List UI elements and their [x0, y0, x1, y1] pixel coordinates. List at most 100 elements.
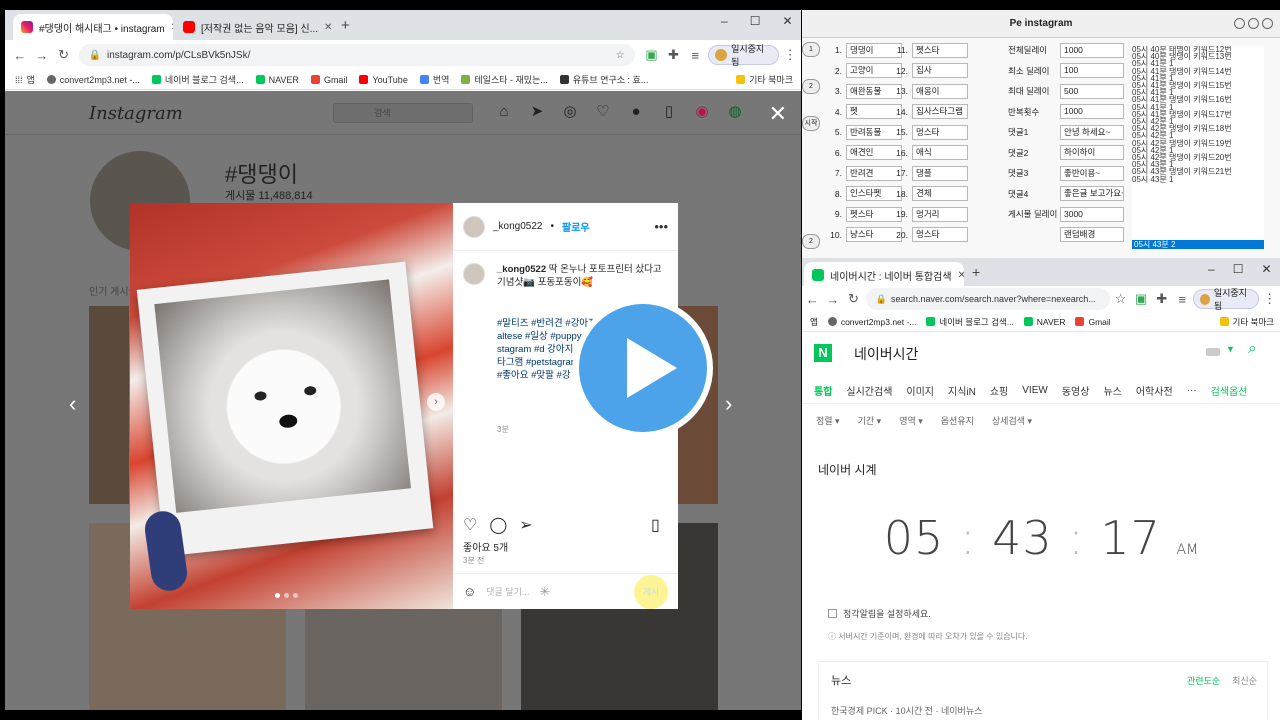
forward-icon[interactable]: → [31, 48, 53, 63]
keyword-input[interactable]: 집사 [912, 63, 968, 79]
follow-button[interactable]: 팔로우 [562, 219, 590, 234]
url-input[interactable]: 🔒 instagram.com/p/CLsBVk5nJSk/ ☆ [78, 44, 635, 66]
bookmark-apps[interactable]: 앱 [810, 316, 818, 328]
search-tab[interactable]: VIEW [1022, 385, 1048, 396]
extension-icon[interactable]: ▣ [641, 47, 663, 63]
search-tab[interactable]: 검색옵션 [1211, 383, 1248, 398]
keyword-input[interactable]: 댕플 [912, 165, 968, 181]
bookmark-youtube[interactable]: YouTube [359, 75, 408, 85]
tab-instagram[interactable]: #댕댕이 해시태그 • instagram ✕ [13, 14, 173, 40]
play-overlay-icon[interactable] [573, 298, 713, 438]
profile-avatar-icon[interactable]: ● [627, 103, 645, 121]
profile-chip[interactable]: 일시중지됨 [1192, 288, 1260, 311]
keyword-input[interactable]: 집사스타그램 [912, 104, 968, 120]
tab-close-icon[interactable]: ✕ [171, 22, 173, 33]
minimize-icon[interactable]: – [1208, 262, 1215, 276]
checkbox-icon[interactable] [828, 609, 837, 618]
minimize-icon[interactable]: – [721, 14, 728, 28]
maximize-icon[interactable]: ☐ [750, 14, 761, 28]
reload-icon[interactable]: ↻ [843, 291, 864, 307]
search-input[interactable]: 검색 [333, 103, 473, 123]
bookmark-translate[interactable]: 번역 [419, 73, 449, 86]
star-icon[interactable]: ☆ [616, 50, 625, 61]
log-listbox[interactable]: 05시 40분 태명이 키워드12번 05시 40분 댕댕이 키워드13번 05시 … [1132, 46, 1264, 250]
setting-input[interactable]: 3000 [1060, 206, 1124, 222]
prev-post-arrow[interactable]: ‹ [69, 391, 76, 417]
search-option[interactable]: 옵션유지 [941, 414, 974, 427]
keyword-input[interactable]: 애식 [912, 145, 968, 161]
caption-username[interactable]: _kong0522 [497, 264, 546, 275]
extension-icon[interactable]: ▣ [1131, 291, 1152, 307]
instagram-logo[interactable]: Instagram [89, 103, 183, 124]
menu-dots-icon[interactable]: ⋮ [1259, 291, 1280, 307]
reload-icon[interactable]: ↻ [53, 47, 75, 63]
bookmark-tailstar[interactable]: 테일스타 - 재밌는... [461, 73, 548, 86]
bookmark-gmail[interactable]: Gmail [1075, 317, 1111, 327]
comment-icon[interactable]: ◯ [489, 515, 507, 535]
back-icon[interactable]: ← [9, 48, 31, 63]
menu-dots-icon[interactable]: ⋮ [779, 47, 801, 63]
close-window-icon[interactable]: ✕ [1261, 262, 1271, 276]
share-icon[interactable]: ➢ [519, 515, 532, 535]
keyword-input[interactable]: 멍스타 [912, 124, 968, 140]
reading-list-icon[interactable]: ≡ [1172, 292, 1193, 307]
bookmark-other[interactable]: 기타 북마크 [1219, 316, 1274, 328]
search-tab[interactable]: 통합 [814, 383, 832, 398]
extensions-puzzle-icon[interactable]: ✚ [662, 47, 684, 63]
maximize-icon[interactable]: ☐ [1233, 262, 1244, 276]
sort-relevance[interactable]: 관련도순 [1187, 674, 1220, 687]
search-tab[interactable]: 뉴스 [1103, 383, 1121, 398]
new-tab-button[interactable]: + [341, 17, 350, 34]
setting-input[interactable]: 1000 [1060, 42, 1124, 58]
news-item-meta[interactable]: 한국경제 PICK · 10시간 전 · 네이버뉴스 [831, 704, 982, 717]
keyword-input[interactable]: 애옹이 [912, 83, 968, 99]
explore-icon[interactable]: ◎ [561, 103, 579, 121]
keyword-input[interactable]: 펫스타 [912, 42, 968, 58]
post-comment-button[interactable]: 게시 [634, 574, 668, 609]
bookmark-gmail[interactable]: Gmail [310, 75, 347, 85]
keyword-input[interactable]: 멍거리 [912, 206, 968, 222]
new-tab-button[interactable]: + [972, 264, 980, 280]
tab-naver[interactable]: 네이버시간 : 네이버 통합검색 ✕ [804, 262, 964, 288]
tab-youtube-music[interactable]: [저작권 없는 음악 모음] 신... ✕ [175, 14, 333, 40]
extensions-puzzle-icon[interactable]: ✚ [1151, 291, 1172, 307]
search-tab[interactable]: ··· [1187, 385, 1197, 396]
profile-chip[interactable]: 일시중지됨 [708, 44, 780, 67]
bookmark-naver-blog[interactable]: 네이버 블로그 검색... [926, 316, 1014, 328]
search-tab[interactable]: 지식iN [948, 383, 976, 398]
setting-input[interactable]: 100 [1060, 63, 1124, 79]
window-close-icon[interactable] [1262, 18, 1273, 29]
avatar[interactable] [463, 215, 485, 238]
setting-input[interactable]: 하이하이 [1060, 145, 1124, 161]
phone-icon[interactable]: ▯ [660, 103, 678, 121]
bookmark-other[interactable]: 기타 북마크 [736, 73, 793, 86]
setting-input[interactable]: 좋반이용~ [1060, 165, 1124, 181]
grid-post-thumb[interactable] [89, 306, 129, 504]
url-input[interactable]: 🔒 search.naver.com/search.naver?where=ne… [865, 288, 1111, 310]
bookmark-naver-blog[interactable]: 네이버 블로그 검색... [151, 73, 244, 86]
window-maximize-icon[interactable] [1248, 18, 1259, 29]
likes-count[interactable]: 좋아요 5개 [463, 539, 508, 554]
search-option[interactable]: 정렬 ▾ [816, 414, 840, 427]
post-image[interactable]: › [130, 203, 453, 609]
search-option[interactable]: 상세검색 ▾ [992, 414, 1032, 427]
search-option[interactable]: 기간 ▾ [858, 414, 882, 427]
bookmark-convert2mp3[interactable]: convert2mp3.net -... [46, 75, 140, 85]
window-minimize-icon[interactable] [1234, 18, 1245, 29]
bookmark-apps[interactable]: ⁞⁞⁞ 앱 [15, 73, 35, 86]
more-options-icon[interactable]: ••• [654, 219, 668, 234]
avatar[interactable] [463, 263, 485, 285]
search-tab[interactable]: 이미지 [906, 383, 934, 398]
setting-input[interactable]: 좋은글 보고가요~ [1060, 186, 1124, 202]
like-heart-icon[interactable]: ♡ [463, 515, 477, 535]
bookmark-convert2mp3[interactable]: convert2mp3.net -... [827, 317, 916, 327]
home-icon[interactable]: ⌂ [495, 103, 513, 121]
search-tab[interactable]: 실시간검색 [846, 383, 892, 398]
dropdown-arrow-icon[interactable]: ▼ [1226, 344, 1235, 354]
search-query[interactable]: 네이버시간 [854, 344, 918, 364]
setting-input[interactable]: 500 [1060, 83, 1124, 99]
search-icon[interactable]: ⌕ [1248, 340, 1257, 358]
sort-latest[interactable]: 최신순 [1232, 674, 1257, 687]
search-tab[interactable]: 어학사전 [1136, 383, 1173, 398]
setting-input[interactable]: 1000 [1060, 104, 1124, 120]
